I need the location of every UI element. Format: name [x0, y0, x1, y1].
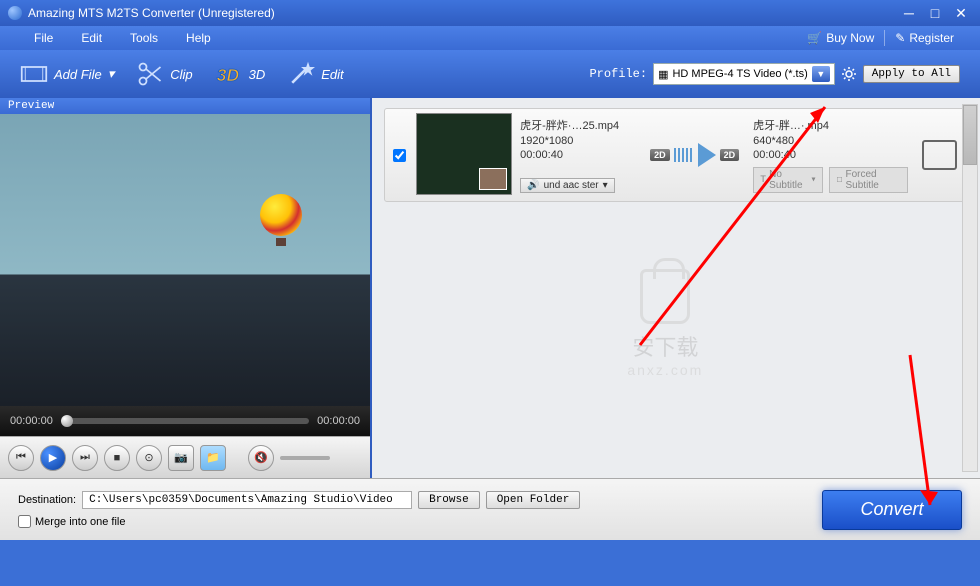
src-filename: 虎牙-胖炸·…25.mp4 [520, 117, 636, 133]
menu-tools[interactable]: Tools [116, 31, 172, 45]
src-duration: 00:00:40 [520, 149, 636, 161]
volume-slider[interactable] [280, 456, 330, 460]
out-resolution: 640*480 [753, 135, 907, 147]
maximize-button[interactable]: □ [924, 5, 946, 21]
file-item[interactable]: 虎牙-胖炸·…25.mp4 1920*1080 00:00:40 🔊 und a… [384, 108, 968, 202]
wand-icon [287, 60, 315, 88]
watermark-text2: anxz.com [627, 362, 703, 378]
menu-help[interactable]: Help [172, 31, 225, 45]
watermark-text1: 安下载 [627, 330, 703, 362]
titlebar: Amazing MTS M2TS Converter (Unregistered… [0, 0, 980, 26]
window-title: Amazing MTS M2TS Converter (Unregistered… [28, 6, 898, 20]
profile-format-icon: ▦ [658, 68, 668, 81]
mute-button[interactable]: 🔇 [248, 445, 274, 471]
next-button[interactable]: ⏭ [72, 445, 98, 471]
file-list: 虎牙-胖炸·…25.mp4 1920*1080 00:00:40 🔊 und a… [372, 98, 980, 478]
preview-video[interactable] [0, 114, 370, 406]
3d-button[interactable]: 3D 3D [215, 60, 266, 88]
prev-button[interactable]: ⏮ [8, 445, 34, 471]
player-controls: ⏮ ▶ ⏭ ■ ⊙ 📷 📁 🔇 [0, 436, 370, 478]
buy-now-link[interactable]: 🛒 Buy Now [801, 31, 880, 45]
destination-label: Destination: [18, 494, 76, 506]
register-link[interactable]: ✎ Register [889, 31, 960, 45]
cart-icon: 🛒 [807, 31, 822, 45]
preview-panel: Preview 00:00:00 00:00:00 ⏮ ▶ ⏭ ■ ⊙ 📷 📁 … [0, 98, 372, 478]
out-2d-badge: 2D [720, 149, 740, 161]
pen-icon: ✎ [895, 31, 905, 45]
toolbar: Add File ▾ Clip 3D 3D Edit Profile: ▦ HD… [0, 50, 980, 98]
add-file-button[interactable]: Add File ▾ [20, 60, 114, 88]
seek-track[interactable] [61, 418, 309, 424]
scrollbar[interactable] [962, 104, 978, 472]
file-thumbnail[interactable] [416, 113, 512, 195]
film-icon [20, 60, 48, 88]
main-area: Preview 00:00:00 00:00:00 ⏮ ▶ ⏭ ■ ⊙ 📷 📁 … [0, 98, 980, 478]
forced-subtitle-toggle[interactable]: ☐ Forced Subtitle [829, 167, 907, 193]
preview-label: Preview [0, 98, 370, 114]
out-filename: 虎牙-胖…·.mp4 [753, 117, 907, 133]
play-button[interactable]: ▶ [40, 445, 66, 471]
stop-button[interactable]: ■ [104, 445, 130, 471]
watermark: 安下载 anxz.com [627, 269, 703, 378]
seek-thumb[interactable] [61, 415, 73, 427]
divider [884, 30, 885, 46]
register-label: Register [909, 31, 954, 45]
merge-checkbox[interactable] [18, 515, 31, 528]
audio-dropdown[interactable]: 🔊 und aac ster ▾ [520, 178, 615, 193]
merge-label: Merge into one file [35, 516, 126, 528]
file-checkbox[interactable] [393, 149, 406, 162]
conversion-arrow: 2D 2D [644, 113, 745, 197]
bottom-bar: Destination: Browse Open Folder Merge in… [0, 478, 980, 540]
profile-label: Profile: [589, 67, 647, 81]
edit-label: Edit [321, 67, 343, 82]
buy-now-label: Buy Now [826, 31, 874, 45]
time-total: 00:00:00 [317, 415, 360, 427]
menu-file[interactable]: File [20, 31, 67, 45]
edit-button[interactable]: Edit [287, 60, 343, 88]
step-button[interactable]: ⊙ [136, 445, 162, 471]
add-file-label: Add File [54, 67, 102, 82]
snapshot-button[interactable]: 📷 [168, 445, 194, 471]
app-icon [8, 6, 22, 20]
browse-button[interactable]: Browse [418, 491, 480, 509]
svg-text:3D: 3D [216, 65, 239, 85]
out-duration: 00:00:40 [753, 149, 907, 161]
forced-label: Forced Subtitle [846, 169, 901, 191]
gear-icon[interactable] [841, 66, 857, 82]
scissors-icon [136, 60, 164, 88]
destination-input[interactable] [82, 491, 412, 509]
3d-icon: 3D [215, 60, 243, 88]
src-2d-badge: 2D [650, 149, 670, 161]
folder-button[interactable]: 📁 [200, 445, 226, 471]
3d-label: 3D [249, 67, 266, 82]
balloon-graphic [260, 194, 302, 246]
src-resolution: 1920*1080 [520, 135, 636, 147]
chevron-down-icon: ▾ [108, 66, 115, 82]
menubar: File Edit Tools Help 🛒 Buy Now ✎ Registe… [0, 26, 980, 50]
convert-button[interactable]: Convert [822, 490, 962, 530]
subtitle-dropdown[interactable]: T No Subtitle ▾ [753, 167, 823, 193]
audio-value: und aac ster [544, 180, 599, 191]
scrollbar-thumb[interactable] [963, 105, 977, 165]
profile-value: HD MPEG-4 TS Video (*.ts) [672, 68, 807, 80]
chevron-down-icon: ▼ [812, 66, 830, 82]
time-current: 00:00:00 [10, 415, 53, 427]
minimize-button[interactable]: ─ [898, 5, 920, 21]
clip-button[interactable]: Clip [136, 60, 192, 88]
open-folder-button[interactable]: Open Folder [486, 491, 581, 509]
close-button[interactable]: ✕ [950, 5, 972, 21]
menu-edit[interactable]: Edit [67, 31, 116, 45]
subtitle-value: No Subtitle [769, 169, 807, 191]
profile-dropdown[interactable]: ▦ HD MPEG-4 TS Video (*.ts) ▼ [653, 63, 835, 85]
output-device-icon [922, 140, 957, 170]
seek-bar: 00:00:00 00:00:00 [0, 406, 370, 436]
clip-label: Clip [170, 67, 192, 82]
apply-to-all-button[interactable]: Apply to All [863, 65, 960, 83]
